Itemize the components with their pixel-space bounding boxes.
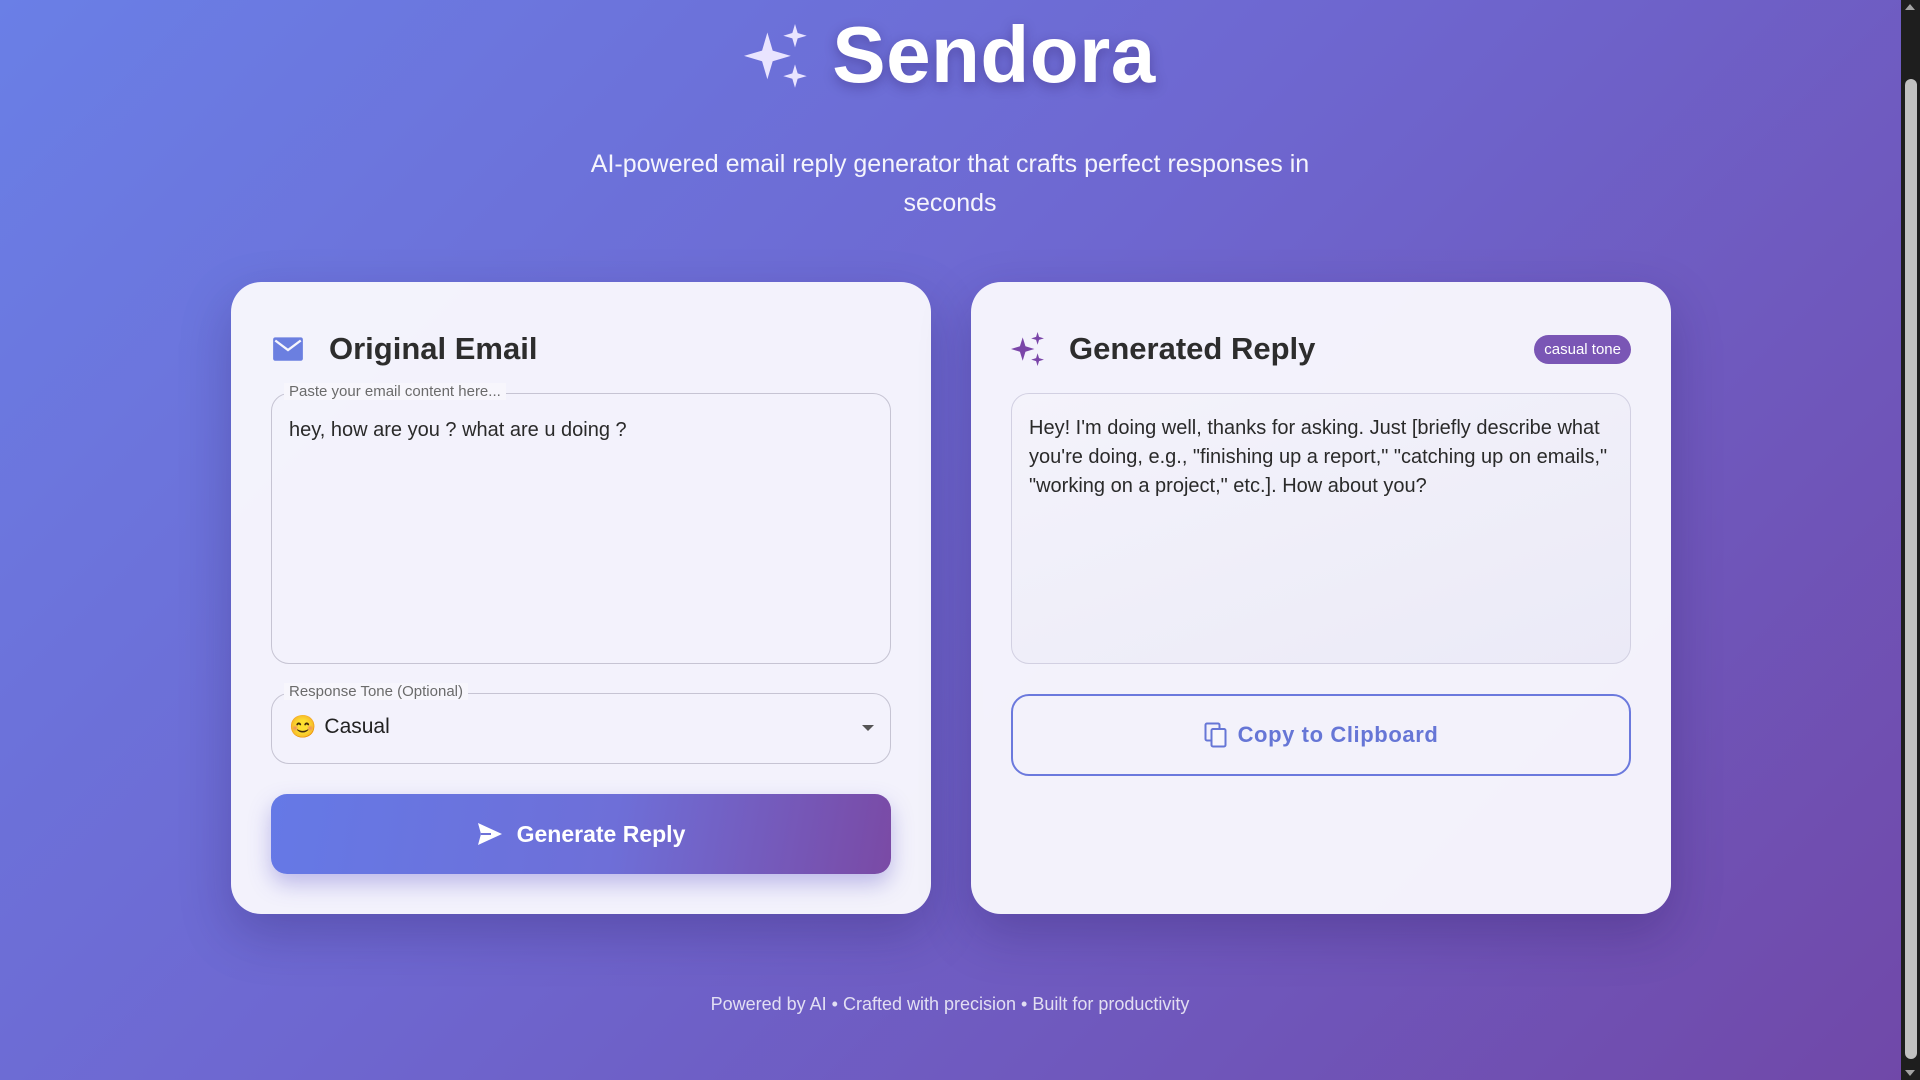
original-email-card: Original Email Paste your email content … (231, 282, 931, 914)
smile-emoji-icon: 😊 (289, 714, 317, 739)
sparkles-icon (744, 24, 807, 88)
tone-select-label: Response Tone (Optional) (284, 683, 468, 700)
tone-select[interactable]: Response Tone (Optional) 😊 Casual (271, 683, 891, 764)
tagline: AI-powered email reply generator that cr… (590, 150, 1310, 217)
reply-output[interactable]: Hey! I'm doing well, thanks for asking. … (1011, 393, 1631, 664)
send-icon (477, 823, 502, 845)
reply-text: Hey! I'm doing well, thanks for asking. … (1029, 417, 1608, 497)
generate-reply-label: Generate Reply (516, 820, 686, 847)
email-input-value[interactable]: hey, how are you ? what are u doing ? (289, 416, 873, 444)
original-email-title: Original Email (329, 331, 538, 366)
scrollbar-thumb[interactable] (1905, 79, 1917, 1059)
email-input[interactable]: Paste your email content here... hey, ho… (271, 383, 891, 664)
generated-reply-header: Generated Reply casual tone (1011, 324, 1631, 374)
email-input-label: Paste your email content here... (284, 383, 506, 400)
tone-value-text: Casual (324, 715, 390, 738)
copy-to-clipboard-label: Copy to Clipboard (1237, 722, 1439, 747)
footer: Powered by AI • Crafted with precision •… (710, 994, 1190, 1014)
original-email-header: Original Email (271, 324, 891, 374)
generate-reply-button[interactable]: Generate Reply (271, 794, 891, 874)
brand-header: Sendora (0, 0, 1900, 110)
scroll-up-arrow-icon[interactable] (1905, 4, 1915, 10)
scroll-down-arrow-icon[interactable] (1905, 1070, 1915, 1076)
tone-selected-value: 😊 Casual (289, 714, 390, 740)
generated-reply-card: Generated Reply casual tone Hey! I'm doi… (971, 282, 1671, 914)
app-title: Sendora (832, 10, 1156, 99)
copy-icon (1204, 722, 1227, 748)
chevron-down-icon[interactable] (862, 725, 874, 731)
generated-reply-title: Generated Reply (1069, 331, 1316, 366)
tone-badge: casual tone (1534, 334, 1631, 364)
sparkles-icon (1011, 332, 1044, 366)
mail-icon (273, 337, 303, 361)
vertical-scrollbar[interactable] (1901, 0, 1920, 1080)
copy-to-clipboard-button[interactable]: Copy to Clipboard (1011, 694, 1631, 776)
